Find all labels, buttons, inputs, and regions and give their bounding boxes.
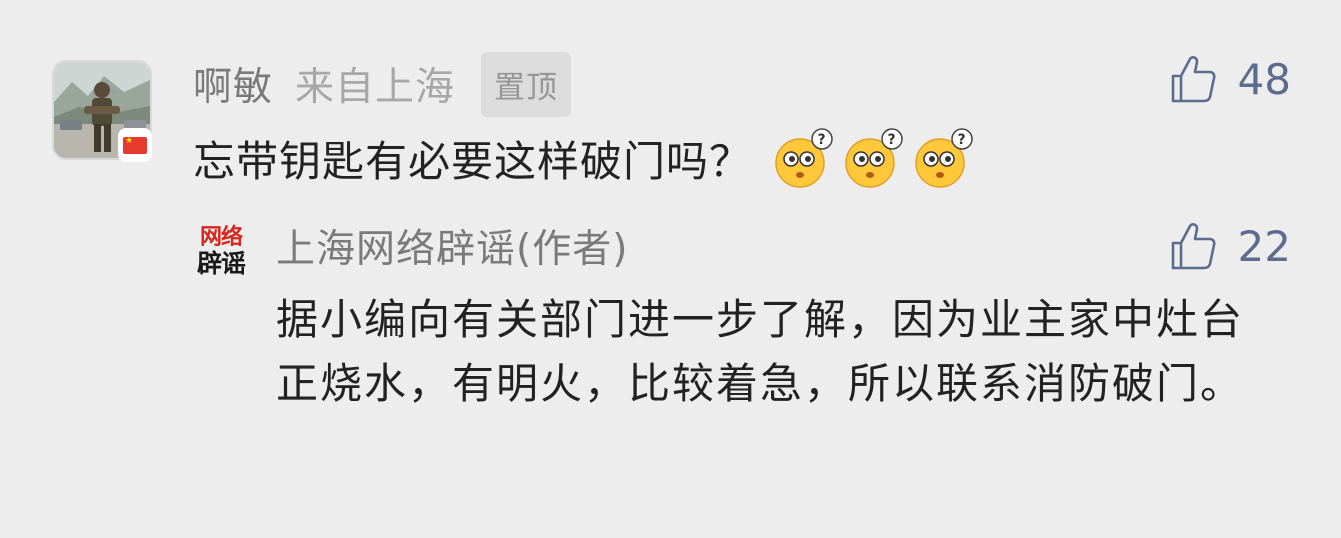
svg-text:?: ? [887,132,896,148]
comment-meta: 啊敏 来自上海 置顶 [193,51,572,117]
china-flag-icon [123,136,147,154]
emoji-group: ? ? ? [770,125,976,191]
reply-author-logo[interactable]: 网络 辟谣 [193,227,249,279]
comment-text: 忘带钥匙有必要这样破门吗？ [193,136,753,186]
region-flag-badge [118,128,152,162]
reply-like-button[interactable]: 22 [1170,217,1291,275]
reply-body[interactable]: 据小编向有关部门进一步了解，因为业主家中灶台正烧水，有明火，比较着急，所以联系消… [276,288,1286,416]
comment-body[interactable]: 忘带钥匙有必要这样破门吗？ ? ? ? [193,124,976,192]
reply-author-name[interactable]: 上海网络辟谣(作者) [276,216,628,276]
logo-line-2: 辟谣 [196,249,246,278]
confused-face-emoji-icon: ? [845,128,903,188]
thumbs-up-icon [1171,223,1216,270]
comment-location: 来自上海 [295,65,456,110]
pinned-badge: 置顶 [481,51,572,117]
confused-face-emoji-icon: ? [915,128,973,188]
logo-line-1: 网络 [199,225,243,250]
comment-like-count: 48 [1237,54,1291,104]
reply-like-count: 22 [1237,221,1291,271]
svg-text:?: ? [817,132,826,148]
comment-thread: 啊敏 来自上海 置顶 48 忘带钥匙有必要这样破门吗？ ? [0,0,1341,538]
thumbs-up-icon [1171,56,1216,103]
svg-text:?: ? [957,132,966,148]
comment-username[interactable]: 啊敏 [193,56,273,112]
confused-face-emoji-icon: ? [775,128,833,188]
comment-like-button[interactable]: 48 [1170,50,1291,108]
